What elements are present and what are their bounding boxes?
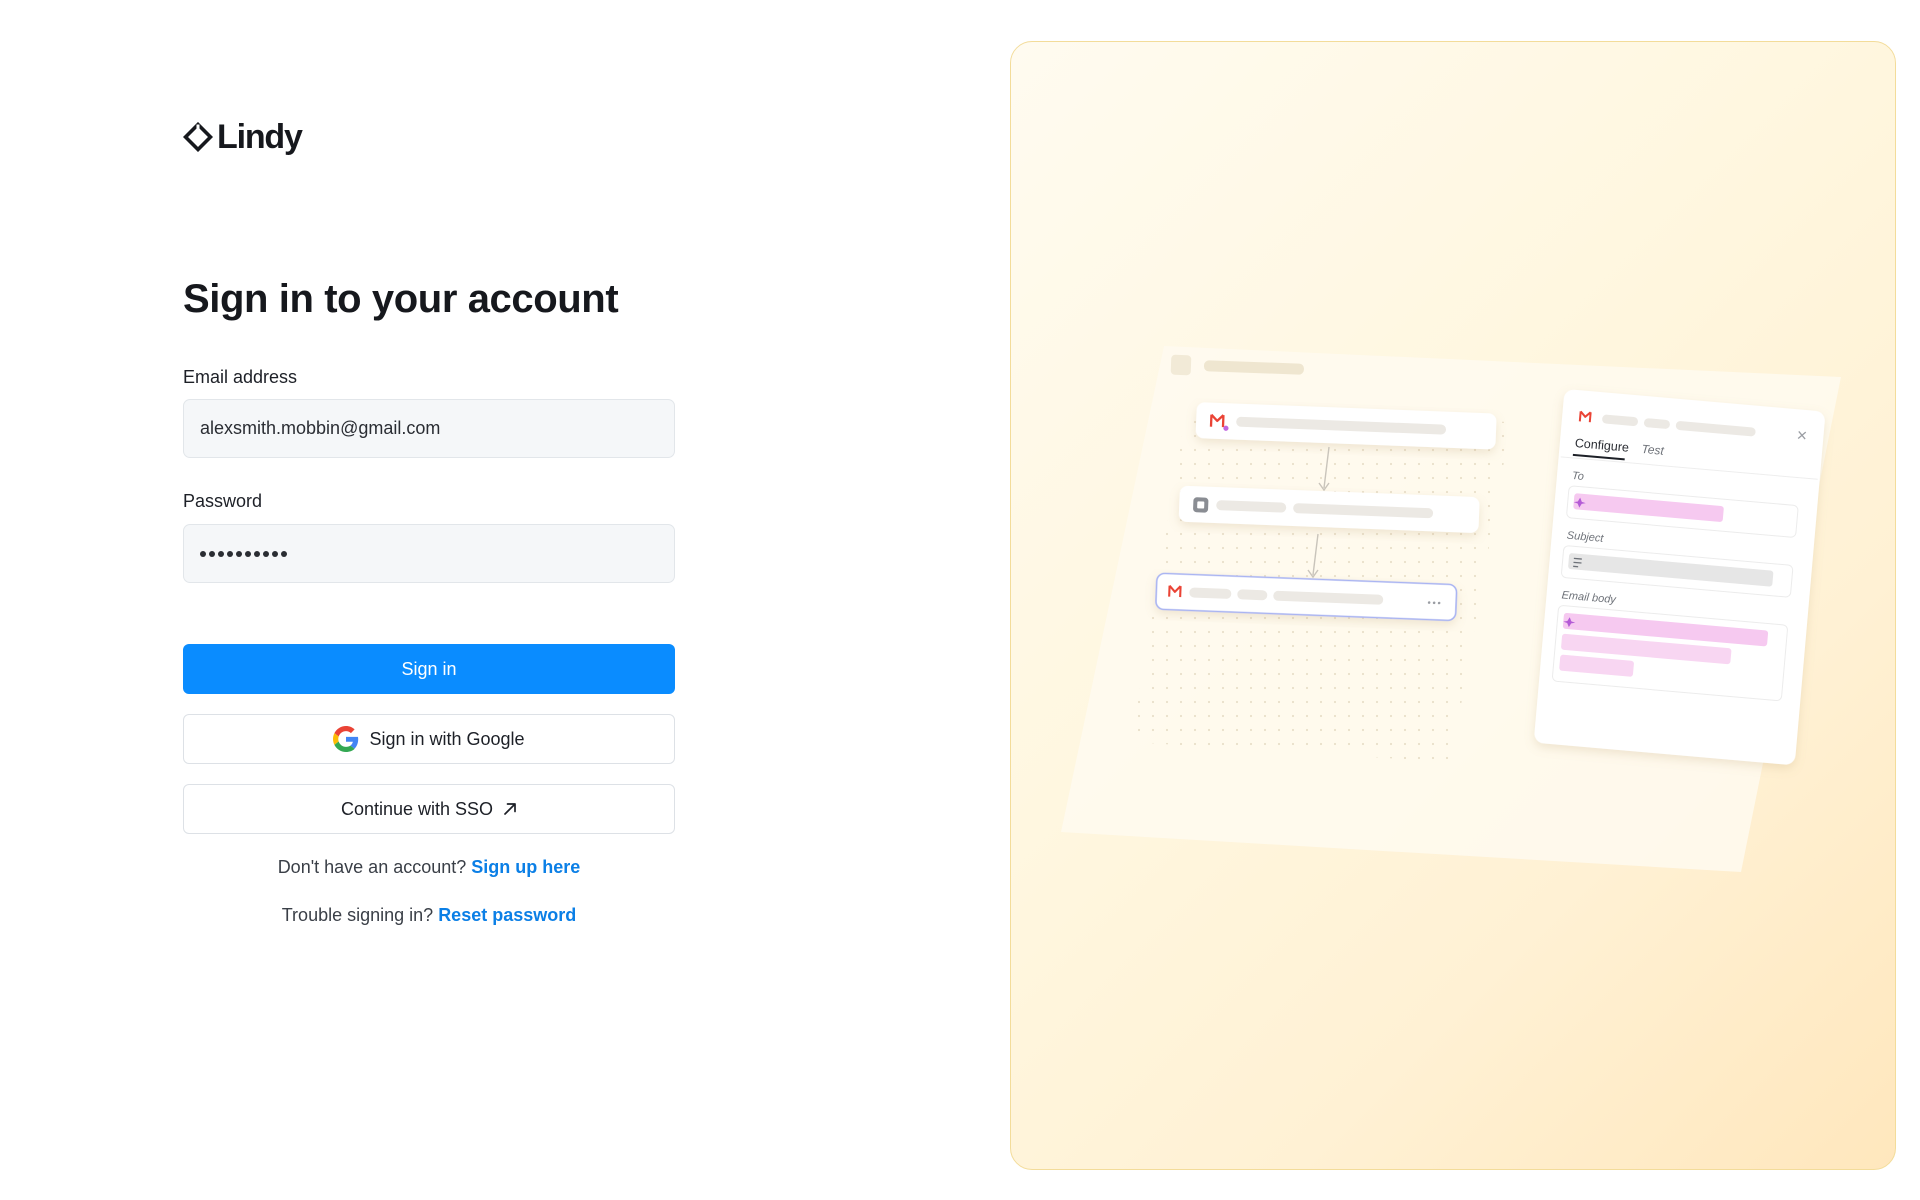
illustration-panel: Configure Test To Subject Email body bbox=[1010, 41, 1896, 1170]
password-dot bbox=[254, 550, 260, 557]
sign-in-column: Lindy Sign in to your account Email addr… bbox=[183, 0, 675, 1200]
brand-logo[interactable]: Lindy bbox=[183, 118, 303, 156]
signup-prompt: Don't have an account? Sign up here bbox=[183, 857, 675, 878]
password-dot bbox=[281, 550, 287, 557]
password-dot bbox=[245, 550, 251, 557]
password-dot bbox=[236, 550, 242, 557]
email-field[interactable]: alexsmith.mobbin@gmail.com bbox=[183, 399, 675, 458]
google-sign-in-button[interactable]: Sign in with Google bbox=[183, 714, 675, 764]
password-dot bbox=[200, 550, 206, 557]
password-dot bbox=[227, 550, 233, 557]
password-label: Password bbox=[183, 491, 263, 511]
brand-name: Lindy bbox=[217, 118, 303, 156]
diamond-chevron-icon bbox=[183, 122, 213, 152]
google-button-label: Sign in with Google bbox=[369, 728, 525, 749]
reset-prompt-text: Trouble signing in? bbox=[281, 905, 434, 925]
password-field[interactable] bbox=[183, 524, 675, 583]
signup-prompt-text: Don't have an account? bbox=[277, 857, 467, 877]
email-label: Email address bbox=[183, 367, 298, 387]
sso-button-label: Continue with SSO bbox=[340, 798, 494, 819]
password-dot bbox=[218, 550, 224, 557]
reset-password-link[interactable]: Reset password bbox=[438, 905, 576, 925]
password-dot bbox=[209, 550, 215, 557]
sign-in-button[interactable]: Sign in bbox=[183, 644, 675, 694]
tab-test: Test bbox=[1641, 442, 1665, 458]
password-mask bbox=[200, 550, 287, 557]
sso-button[interactable]: Continue with SSO bbox=[183, 784, 675, 834]
workflow-illustration: Configure Test To Subject Email body bbox=[1061, 346, 1841, 872]
password-dot bbox=[272, 550, 278, 557]
password-dot bbox=[263, 550, 269, 557]
reset-prompt: Trouble signing in? Reset password bbox=[183, 905, 675, 926]
google-icon bbox=[333, 726, 359, 752]
field-label-to: To bbox=[1572, 470, 1585, 483]
external-arrow-icon bbox=[504, 803, 516, 815]
configure-panel: Configure Test To Subject Email body bbox=[1534, 389, 1825, 765]
signup-link[interactable]: Sign up here bbox=[471, 857, 580, 877]
email-value: alexsmith.mobbin@gmail.com bbox=[200, 418, 441, 438]
page-title: Sign in to your account bbox=[183, 277, 619, 321]
